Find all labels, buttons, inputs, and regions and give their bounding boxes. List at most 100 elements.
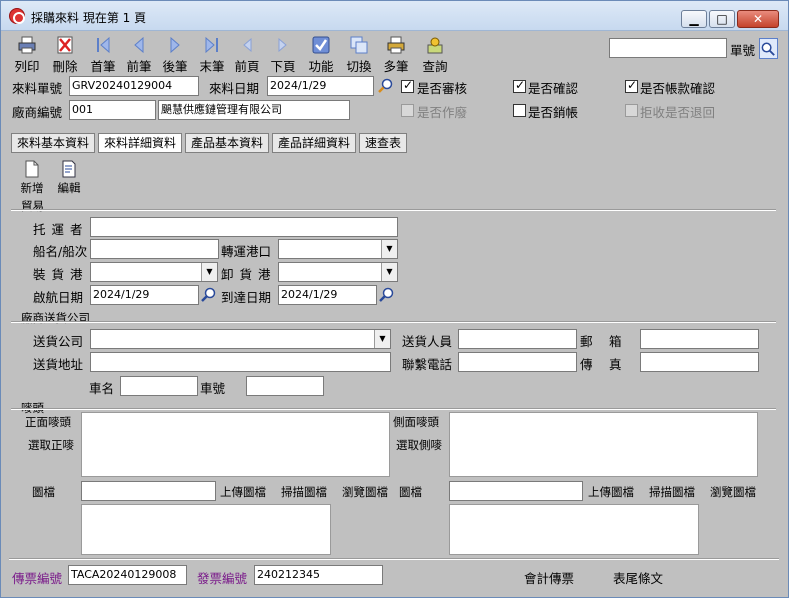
tab-receipt-basic[interactable]: 來料基本資料 (11, 133, 96, 153)
app-window: 採購來料 現在第 1 頁 ▁ □ ✕ 列印 刪除 首筆 前筆 後筆 末筆 前頁 … (0, 0, 789, 598)
tab-product-basic[interactable]: 產品基本資料 (185, 133, 270, 153)
next-page-icon (278, 37, 287, 53)
window-title: 採購來料 現在第 1 頁 (31, 11, 147, 25)
select-front-mark-button[interactable]: 選取正嘜 (28, 437, 74, 453)
image-file-label-2: 圖檔 (399, 485, 422, 499)
approved-checkbox[interactable]: ✓ (401, 78, 414, 93)
dropdown-arrow-icon: ▼ (381, 263, 397, 281)
trade-group-divider (11, 209, 776, 211)
reject-return-checkbox[interactable] (625, 104, 638, 117)
scan-image-button[interactable]: 掃描圖檔 (281, 484, 327, 500)
next-page-button[interactable]: 下頁 (266, 35, 300, 74)
close-button[interactable]: ✕ (737, 10, 779, 28)
order-search-button[interactable] (759, 38, 778, 59)
side-image-file-field[interactable] (449, 481, 583, 501)
tab-product-detail[interactable]: 產品詳細資料 (272, 133, 357, 153)
browse-image-button-2[interactable]: 瀏覽圖檔 (710, 484, 756, 500)
title-bar: 採購來料 現在第 1 頁 ▁ □ ✕ (1, 1, 788, 31)
tab-quick-lookup[interactable]: 速查表 (359, 133, 408, 153)
first-record-icon (97, 36, 110, 54)
vendor-no-field[interactable]: 001 (69, 100, 156, 120)
contact-phone-field[interactable] (458, 352, 577, 372)
edit-button[interactable]: 編輯 (52, 159, 86, 195)
prev-page-icon (243, 37, 252, 53)
invoice-no-field[interactable]: 240212345 (254, 565, 383, 585)
accounting-voucher-button[interactable]: 會計傳票 (524, 568, 574, 587)
image-file-label: 圖檔 (32, 485, 55, 499)
date-picker-icon[interactable] (377, 77, 395, 95)
function-button[interactable]: 功能 (304, 35, 338, 74)
postbox-label: 郵 箱 (580, 334, 622, 349)
delete-button[interactable]: 刪除 (48, 35, 82, 74)
arrival-date-field[interactable]: 2024/1/29 (278, 285, 377, 305)
payment-confirmed-checkbox[interactable]: ✓ (625, 78, 638, 93)
voided-checkbox[interactable] (401, 104, 414, 117)
car-no-field[interactable] (246, 376, 324, 396)
date-picker-icon[interactable] (378, 286, 396, 304)
fax-label: 傳 真 (580, 357, 622, 372)
prev-record-icon (134, 36, 144, 54)
trade-group-title: 貿易 (21, 199, 44, 213)
tab-receipt-detail[interactable]: 來料詳細資料 (98, 133, 183, 153)
last-record-icon (205, 36, 218, 54)
order-search-input[interactable] (609, 38, 727, 58)
receipt-date-field[interactable]: 2024/1/29 (267, 76, 374, 96)
query-button[interactable]: 查詢 (418, 35, 452, 74)
vendor-name-field[interactable]: 颶慧供應鏈管理有限公司 (158, 100, 350, 120)
delivery-address-label: 送貨地址 (33, 357, 84, 372)
carrier-label: 托 運 者 (33, 222, 84, 237)
prev-page-button[interactable]: 前頁 (230, 35, 264, 74)
side-image-preview (449, 504, 699, 555)
confirmed-checkbox[interactable]: ✓ (513, 78, 526, 93)
last-record-button[interactable]: 末筆 (195, 35, 229, 74)
receipt-no-label: 來料單號 (12, 81, 63, 96)
delivery-address-field[interactable] (90, 352, 391, 372)
receipt-no-field[interactable]: GRV20240129004 (69, 76, 199, 96)
vendor-delivery-group-title: 廠商送貨公司 (21, 311, 90, 325)
postbox-field[interactable] (640, 329, 759, 349)
car-name-label: 車名 (89, 381, 115, 396)
delivery-company-select[interactable]: ▼ (90, 329, 391, 349)
front-image-file-field[interactable] (81, 481, 216, 501)
written-off-label: 是否銷帳 (528, 105, 579, 120)
car-name-field[interactable] (120, 376, 198, 396)
written-off-checkbox[interactable] (513, 104, 526, 117)
footer-terms-button[interactable]: 表尾條文 (613, 568, 663, 587)
select-side-mark-button[interactable]: 選取側嘜 (396, 437, 442, 453)
maximize-button[interactable]: □ (709, 10, 735, 28)
first-record-button[interactable]: 首筆 (86, 35, 120, 74)
voucher-no-field[interactable]: TACA20240129008 (68, 565, 187, 585)
upload-image-button-2[interactable]: 上傳圖檔 (588, 484, 634, 500)
new-button[interactable]: 新增 (15, 159, 49, 195)
vendor-no-label: 廠商編號 (12, 105, 63, 120)
date-picker-icon[interactable] (200, 286, 218, 304)
prev-record-button[interactable]: 前筆 (122, 35, 156, 74)
minimize-button[interactable]: ▁ (681, 10, 707, 28)
delivery-person-field[interactable] (458, 329, 577, 349)
loading-port-label: 裝 貨 港 (33, 267, 84, 282)
vessel-label: 船名/船次 (33, 244, 88, 259)
vessel-field[interactable] (90, 239, 219, 259)
fax-field[interactable] (640, 352, 759, 372)
front-mark-textarea[interactable] (81, 412, 390, 477)
discharge-port-select[interactable]: ▼ (278, 262, 398, 282)
multi-record-icon (387, 36, 405, 54)
side-mark-textarea[interactable] (449, 412, 758, 477)
loading-port-select[interactable]: ▼ (90, 262, 218, 282)
browse-image-button[interactable]: 瀏覽圖檔 (342, 484, 388, 500)
carrier-field[interactable] (90, 217, 398, 237)
departure-date-label: 啟航日期 (33, 290, 84, 305)
departure-date-field[interactable]: 2024/1/29 (90, 285, 199, 305)
upload-image-button[interactable]: 上傳圖檔 (220, 484, 266, 500)
switch-button[interactable]: 切換 (342, 35, 376, 74)
scan-image-button-2[interactable]: 掃描圖檔 (649, 484, 695, 500)
multi-record-button[interactable]: 多筆 (379, 35, 413, 74)
print-button[interactable]: 列印 (10, 35, 44, 74)
delivery-person-label: 送貨人員 (402, 334, 453, 349)
voucher-no-label[interactable]: 傳票編號 (12, 568, 62, 587)
front-mark-label: 正面嘜頭 (25, 415, 71, 429)
marks-group-divider (11, 408, 776, 410)
invoice-no-label[interactable]: 發票編號 (197, 568, 247, 587)
transship-port-select[interactable]: ▼ (278, 239, 398, 259)
next-record-button[interactable]: 後筆 (158, 35, 192, 74)
